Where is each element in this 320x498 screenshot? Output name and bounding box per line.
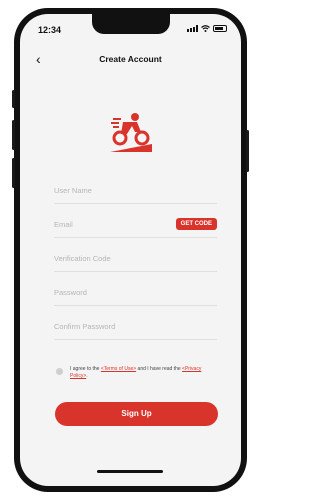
nav-bar: ‹ Create Account — [20, 50, 241, 70]
wifi-icon — [201, 25, 210, 32]
system-icons — [187, 25, 227, 32]
agree-radio[interactable] — [56, 368, 63, 375]
password-field[interactable]: Password — [54, 283, 217, 306]
camera-notch — [92, 14, 170, 34]
verification-code-field[interactable]: Verification Code — [54, 249, 217, 272]
status-time: 12:34 — [38, 25, 62, 35]
terms-of-use-link[interactable]: <Terms of Use> — [101, 366, 136, 372]
volume-down-button — [12, 158, 15, 188]
email-placeholder: Email — [54, 220, 73, 229]
verification-code-placeholder: Verification Code — [54, 254, 111, 263]
email-field[interactable]: Email GET CODE — [54, 215, 217, 238]
power-button — [246, 130, 249, 172]
home-indicator — [97, 470, 163, 473]
agreement-text: I agree to the <Terms of Use> and I have… — [70, 366, 220, 380]
sign-up-button[interactable]: Sign Up — [55, 402, 218, 426]
user-name-field[interactable]: User Name — [54, 181, 217, 204]
signal-icon — [187, 25, 198, 32]
cyclist-logo-icon — [110, 113, 152, 152]
battery-icon — [213, 25, 227, 32]
page-title: Create Account — [99, 54, 162, 64]
agreement-suffix: . — [86, 373, 88, 379]
volume-up-button — [12, 120, 15, 150]
status-bar: 12:34 — [20, 14, 241, 42]
mute-switch — [12, 90, 15, 108]
app-screen: 12:34 ‹ Create Account User Name Email G… — [20, 14, 241, 486]
confirm-password-field[interactable]: Confirm Password — [54, 317, 217, 340]
agreement-middle: and I have read the — [136, 366, 183, 372]
agreement-prefix: I agree to the — [70, 366, 101, 372]
confirm-password-placeholder: Confirm Password — [54, 322, 116, 331]
get-code-button[interactable]: GET CODE — [175, 218, 217, 230]
user-name-placeholder: User Name — [54, 186, 92, 195]
password-placeholder: Password — [54, 288, 87, 297]
